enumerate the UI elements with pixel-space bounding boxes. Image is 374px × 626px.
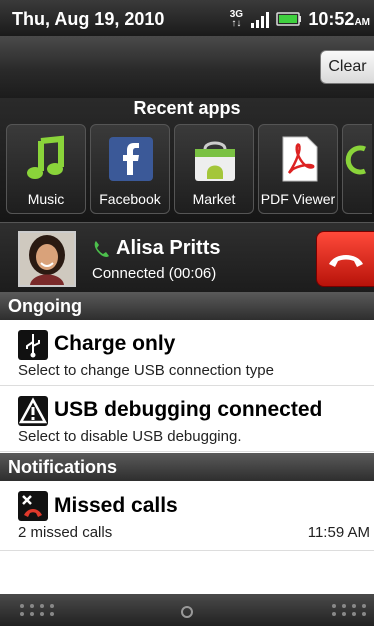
notification-charge-only[interactable]: Charge only Select to change USB connect… xyxy=(0,320,374,386)
notification-time: 11:59 AM xyxy=(307,524,370,541)
music-note-icon xyxy=(27,135,64,179)
clear-button[interactable]: Clear xyxy=(320,50,374,84)
contact-photo xyxy=(20,233,74,285)
notification-missed-calls[interactable]: Missed calls 2 missed calls 11:59 AM xyxy=(0,481,374,551)
app-partial[interactable] xyxy=(342,124,372,214)
app-label: Music xyxy=(27,191,65,207)
app-market[interactable]: Market xyxy=(174,124,254,214)
pdf-icon xyxy=(282,136,318,182)
avatar xyxy=(18,231,76,287)
status-icons: 3G ↑↓ 10:52AM xyxy=(228,6,374,32)
handle-knob xyxy=(181,606,193,618)
market-bag-icon xyxy=(195,141,235,181)
app-label: Market xyxy=(192,191,236,207)
grip-dots-icon xyxy=(332,604,366,616)
notification-panel: Thu, Aug 19, 2010 3G ↑↓ 10:52AM Clear Re… xyxy=(0,0,374,626)
active-call[interactable]: Alisa Pritts Connected (00:06) xyxy=(0,222,374,293)
end-call-icon xyxy=(329,255,363,267)
notification-title: Missed calls xyxy=(54,494,178,517)
notification-title: Charge only xyxy=(54,332,176,355)
notification-desc: 2 missed calls xyxy=(18,524,113,541)
grip-dots-icon xyxy=(20,604,54,616)
status-date: Thu, Aug 19, 2010 xyxy=(12,9,165,29)
phone-call-icon xyxy=(94,240,109,257)
status-bar: Thu, Aug 19, 2010 3G ↑↓ 10:52AM xyxy=(0,0,374,36)
app-pdf-viewer[interactable]: PDF Viewer xyxy=(258,124,338,214)
warning-icon xyxy=(18,396,48,426)
notification-title: USB debugging connected xyxy=(54,398,323,421)
panel-header: Clear xyxy=(0,36,374,98)
facebook-icon xyxy=(109,137,153,181)
section-ongoing: Ongoing xyxy=(0,292,374,320)
usb-icon xyxy=(18,330,48,360)
caller-name: Alisa Pritts xyxy=(92,237,220,260)
recent-apps: Recent apps Music Facebook Market PDF Vi… xyxy=(0,98,374,222)
network-3g-icon: 3G ↑↓ xyxy=(229,9,244,29)
end-call-button[interactable] xyxy=(316,231,374,287)
recent-apps-title: Recent apps xyxy=(133,98,241,118)
call-status: Connected (00:06) xyxy=(92,265,217,282)
signal-icon xyxy=(251,12,270,28)
app-label: Facebook xyxy=(99,191,161,207)
notification-usb-debugging[interactable]: USB debugging connected Select to disabl… xyxy=(0,386,374,452)
app-music[interactable]: Music xyxy=(6,124,86,214)
notification-desc: Select to disable USB debugging. xyxy=(18,428,242,445)
partial-app-icon xyxy=(345,145,366,175)
status-time: 10:52AM xyxy=(308,8,370,29)
app-label: PDF Viewer xyxy=(260,191,336,207)
app-facebook[interactable]: Facebook xyxy=(90,124,170,214)
section-notifications: Notifications xyxy=(0,453,374,481)
recent-apps-list: Music Facebook Market PDF Viewer xyxy=(6,124,374,214)
missed-call-icon xyxy=(18,491,48,521)
panel-drag-handle[interactable] xyxy=(0,594,374,626)
notification-desc: Select to change USB connection type xyxy=(18,362,274,379)
battery-icon xyxy=(276,12,302,26)
